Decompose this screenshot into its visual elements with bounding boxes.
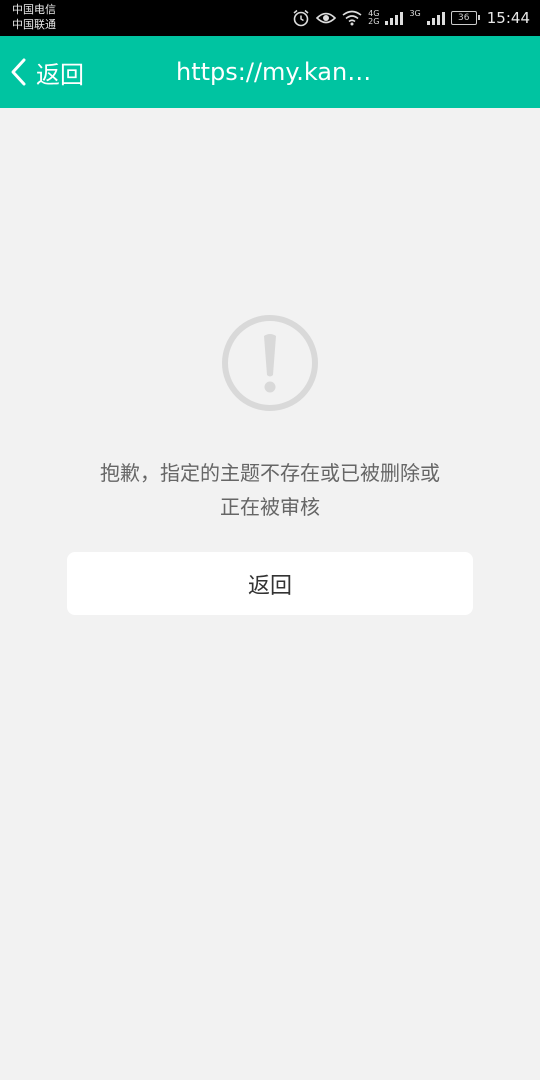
warning-circle-icon — [221, 314, 319, 412]
status-bar: 中国电信 中国联通 4G 2G 3G 36 15:44 — [0, 0, 540, 36]
signal-icon — [426, 11, 445, 25]
battery-icon: 36 — [450, 11, 480, 25]
eye-icon — [316, 11, 337, 25]
signal-icon — [385, 11, 404, 25]
network-type-2: 3G — [409, 9, 421, 18]
clock: 15:44 — [486, 9, 530, 27]
carrier-1: 中国电信 — [12, 3, 56, 16]
error-message-line-2: 正在被审核 — [220, 495, 320, 519]
alarm-icon — [292, 9, 310, 27]
carrier-info: 中国电信 中国联通 — [12, 2, 56, 32]
network-type-1: 4G 2G — [368, 9, 380, 26]
error-message-line-1: 抱歉，指定的主题不存在或已被删除或 — [100, 461, 440, 485]
wifi-icon — [342, 10, 362, 26]
chevron-left-icon — [8, 57, 34, 87]
status-icons: 4G 2G 3G 36 15:44 — [292, 0, 530, 36]
page-title: https://my.kan… — [176, 58, 372, 86]
top-app-bar: 返回 https://my.kan… — [0, 36, 540, 108]
carrier-2: 中国联通 — [12, 18, 56, 31]
error-message: 抱歉，指定的主题不存在或已被删除或 正在被审核 — [70, 456, 470, 524]
back-label: 返回 — [36, 60, 84, 89]
return-button[interactable]: 返回 — [67, 552, 473, 615]
back-button[interactable]: 返回 — [8, 36, 84, 108]
